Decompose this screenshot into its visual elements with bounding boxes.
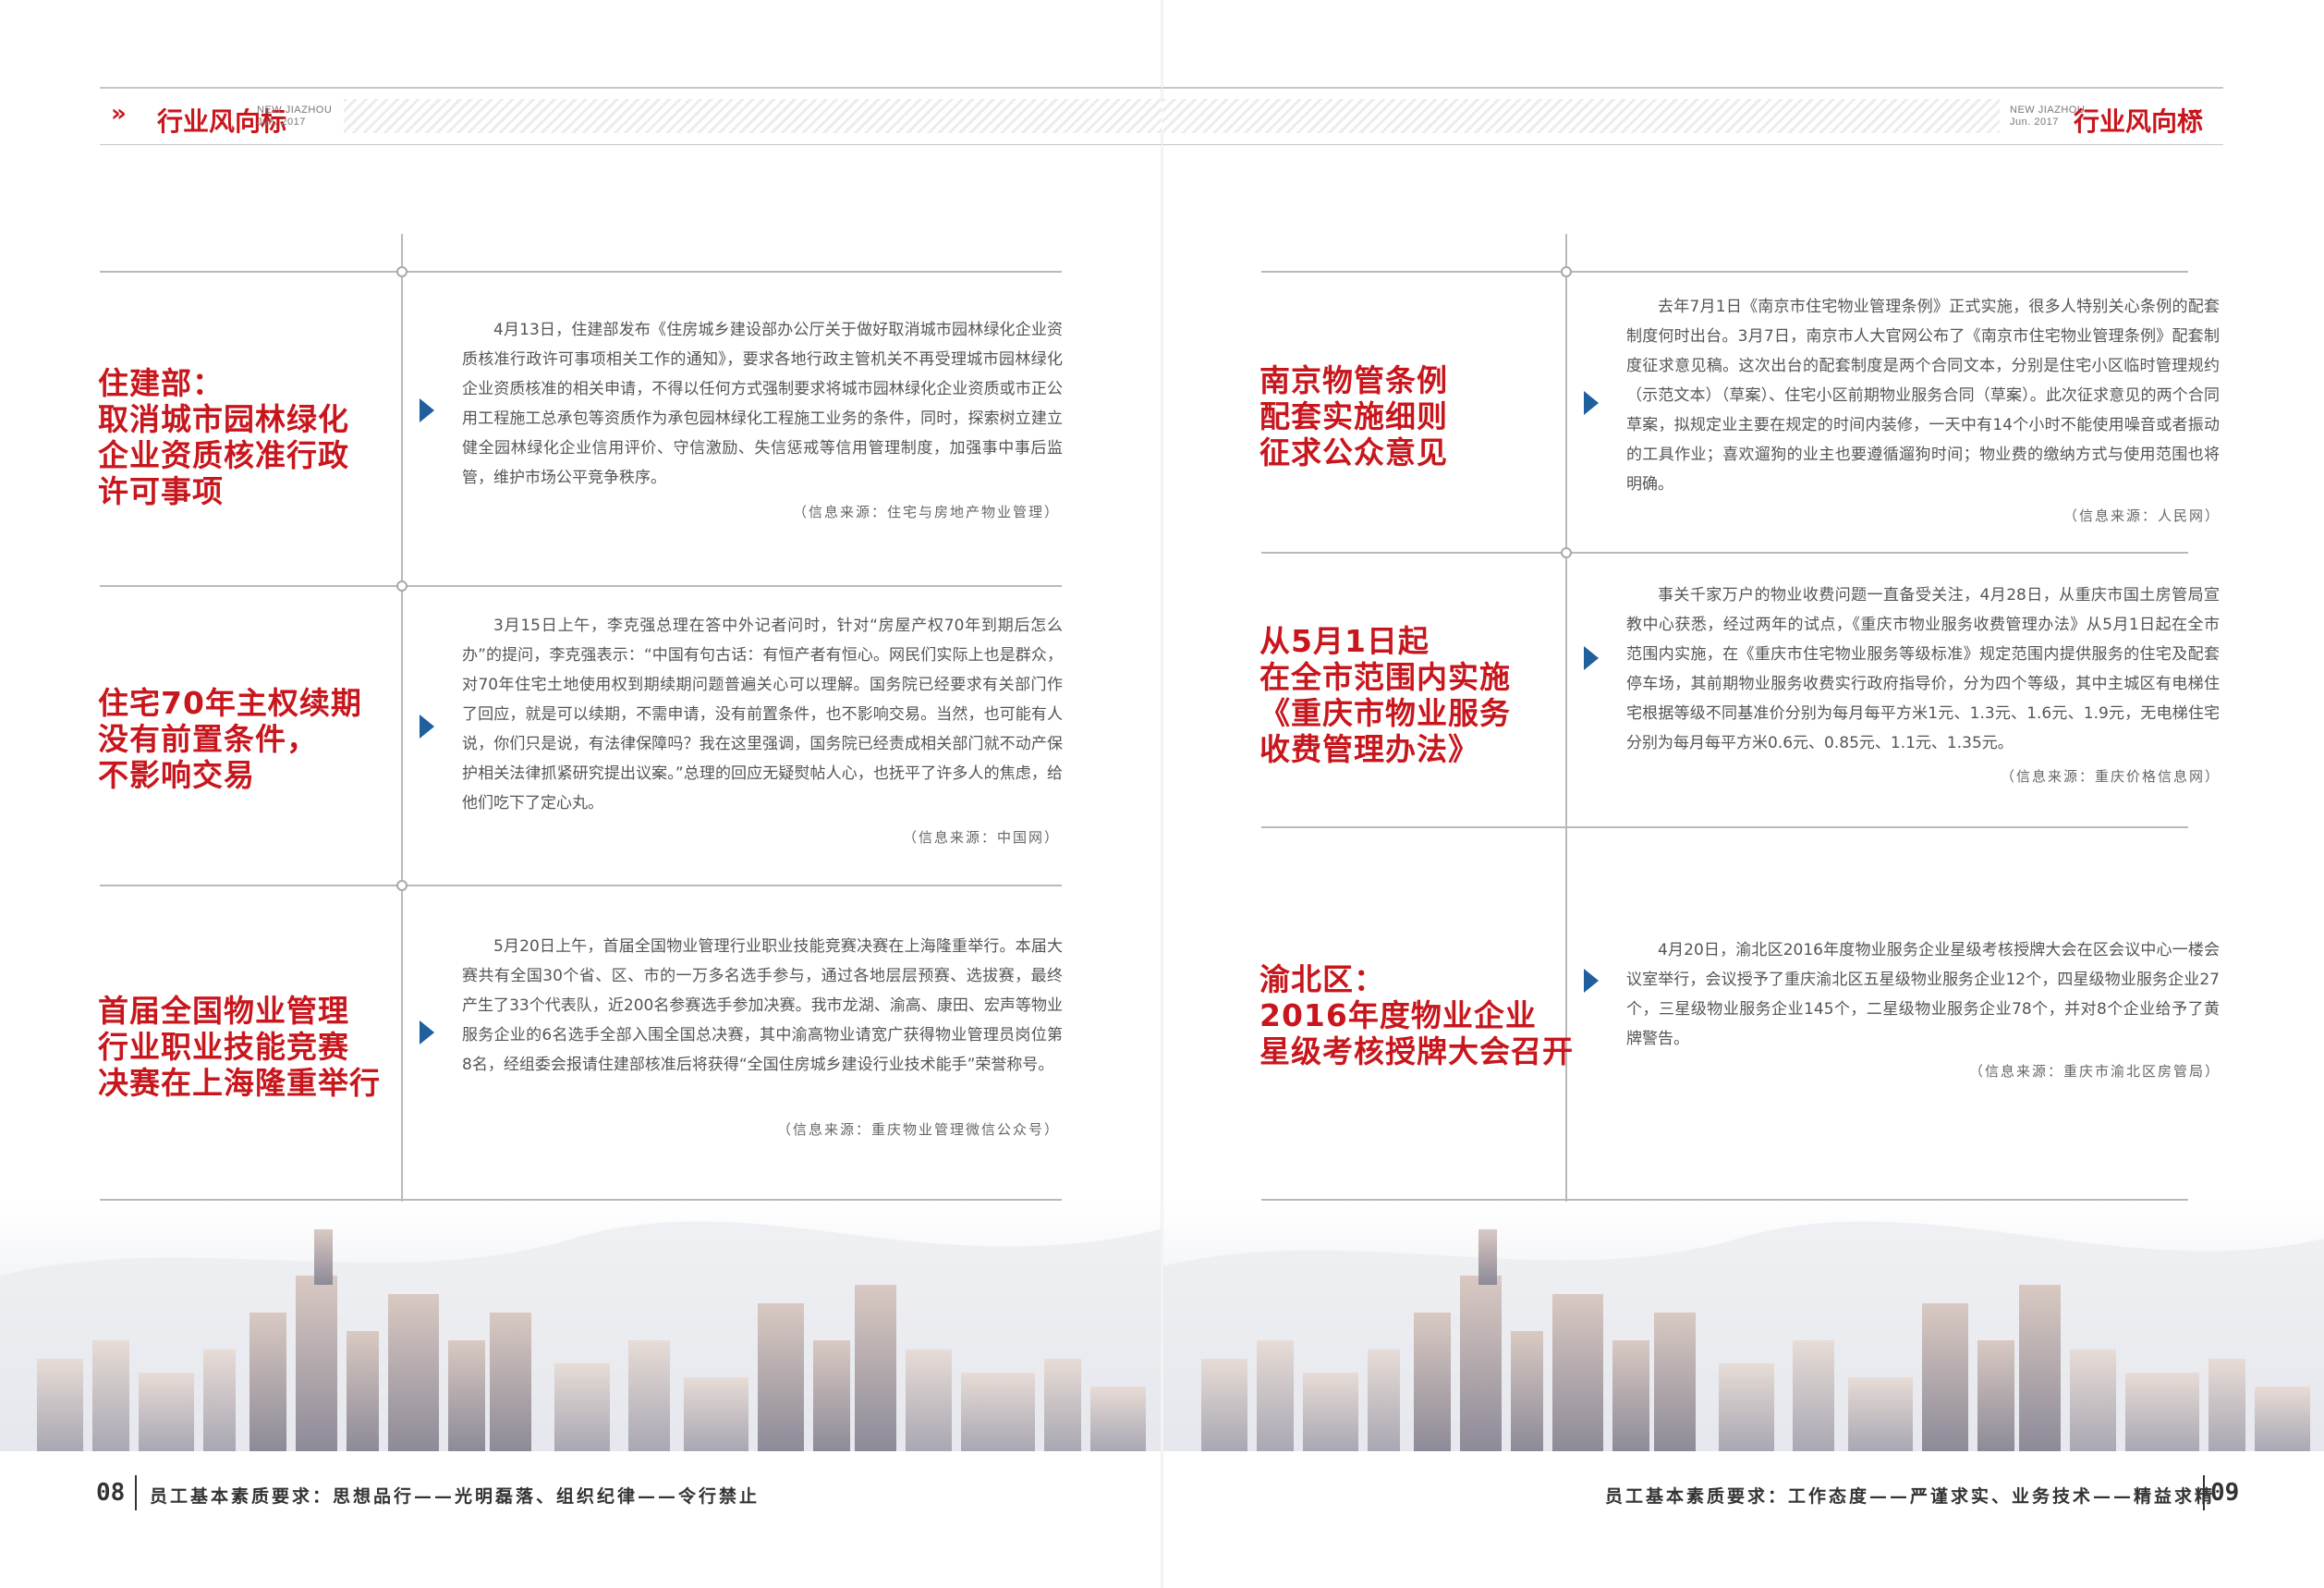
article-source: （信息来源：重庆物业管理微信公众号）	[776, 1121, 1060, 1138]
article-body: 去年7月1日《南京市住宅物业管理条例》正式实施，很多人特别关心条例的配套制度何时…	[1626, 298, 2220, 494]
header-hatch	[344, 99, 1162, 133]
row-divider	[1261, 1199, 2188, 1201]
arrow-marker-icon	[1584, 969, 1599, 993]
article-source: （信息来源：住宅与房地产物业管理）	[792, 504, 1060, 520]
header-arrows-icon: »	[111, 100, 127, 128]
row-divider	[1261, 271, 2188, 273]
header-top-rule	[1162, 87, 2223, 89]
header-bottom-rule	[100, 144, 1162, 145]
article-body: 4月13日，住建部发布《住房城乡建设部办公厅关于做好取消城市园林绿化企业资质核准…	[462, 321, 1063, 487]
page-number: 08	[96, 1479, 126, 1507]
article-body: 3月15日上午，李克强总理在答中外记者问时，针对“房屋产权70年到期后怎么办”的…	[462, 617, 1063, 812]
timeline-node	[1561, 547, 1572, 558]
timeline-vertical	[401, 234, 403, 1202]
footer-divider	[135, 1475, 137, 1510]
timeline-node	[1561, 266, 1572, 277]
footer-motto: 员工基本素质要求：工作态度——严谨求实、业务技术——精益求精	[1604, 1486, 2215, 1507]
row-divider	[100, 885, 1062, 886]
arrow-marker-icon	[1584, 646, 1599, 670]
header-top-rule	[100, 87, 1162, 89]
header-bottom-rule	[1162, 144, 2223, 145]
footer-divider	[2203, 1475, 2205, 1510]
page-number: 09	[2210, 1479, 2240, 1507]
arrow-marker-icon	[420, 715, 434, 739]
header-hatch	[1162, 99, 2000, 133]
row-divider	[100, 1199, 1062, 1201]
article-source: （信息来源：重庆市渝北区房管局）	[1968, 1063, 2221, 1080]
timeline-node	[396, 266, 408, 277]
article-source: （信息来源：重庆价格信息网）	[2000, 768, 2221, 785]
timeline-node	[396, 880, 408, 891]
arrow-marker-icon	[420, 1020, 434, 1044]
article-headline: 住建部： 取消城市园林绿化 企业资质核准行政 许可事项	[98, 365, 349, 509]
row-divider	[100, 271, 1062, 273]
article-headline: 首届全国物业管理 行业职业技能竞赛 决赛在上海隆重举行	[98, 993, 381, 1101]
arrow-marker-icon	[1584, 391, 1599, 415]
arrow-marker-icon	[420, 398, 434, 422]
row-divider	[1261, 552, 2188, 554]
section-title: 行业风向标	[2074, 106, 2204, 137]
right-page: NEW JIAZHOU Jun. 2017 行业风向标 « 南京物管条例 配套实施细…	[1162, 0, 2324, 1588]
row-divider	[1261, 826, 2188, 828]
article-body: 事关千家万户的物业收费问题一直备受关注，4月28日，从重庆市国土房管局宣教中心获…	[1626, 586, 2220, 752]
timeline-node	[396, 580, 408, 592]
article-headline: 南京物管条例 配套实施细则 征求公众意见	[1259, 362, 1448, 470]
article-body: 5月20日上午，首届全国物业管理行业职业技能竞赛决赛在上海隆重举行。本届大赛共有…	[462, 937, 1063, 1074]
article-headline: 渝北区： 2016年度物业企业 星级考核授牌大会召开	[1259, 961, 1574, 1069]
header-arrows-icon: «	[2188, 100, 2204, 128]
row-divider	[100, 585, 1062, 587]
left-page: » 行业风向标 NEW JIAZHOU Jun. 2017 住建部： 取消城市园林绿…	[0, 0, 1162, 1588]
article-source: （信息来源：中国网）	[902, 829, 1060, 846]
footer-motto: 员工基本素质要求：思想品行——光明磊落、组织纪律——令行禁止	[150, 1486, 760, 1507]
article-body: 4月20日，渝北区2016年度物业服务企业星级考核授牌大会在区会议中心一楼会议室…	[1626, 941, 2220, 1048]
article-source: （信息来源：人民网）	[2062, 507, 2221, 524]
article-headline: 住宅70年主权续期 没有前置条件， 不影响交易	[98, 685, 362, 793]
article-headline: 从5月1日起 在全市范围内实施 《重庆市物业服务 收费管理办法》	[1259, 623, 1511, 767]
section-subtitle: NEW JIAZHOU Jun. 2017	[257, 104, 333, 128]
